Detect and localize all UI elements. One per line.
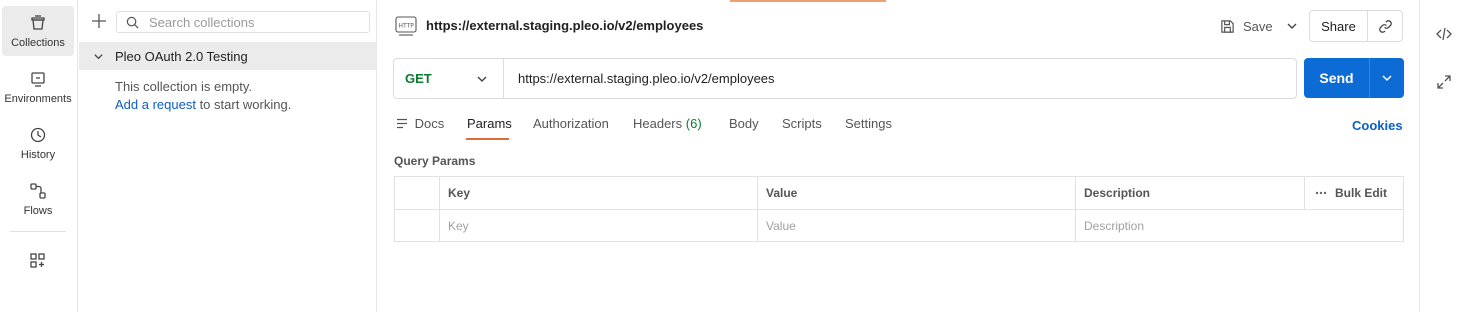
tab-authorization[interactable]: Authorization	[533, 116, 609, 131]
rail-item-environments[interactable]: Environments	[2, 62, 74, 112]
url-input[interactable]	[518, 59, 1288, 98]
header-label: Value	[766, 186, 798, 200]
sidebar-toolbar	[79, 0, 377, 44]
search-icon	[126, 16, 139, 29]
link-icon	[1378, 19, 1392, 33]
table-row	[395, 210, 1403, 243]
bulk-edit-button[interactable]: Bulk Edit	[1305, 177, 1403, 209]
rail-item-flows[interactable]: Flows	[2, 174, 74, 224]
rail-divider	[10, 231, 66, 232]
collections-icon	[31, 15, 45, 30]
rail-item-label: Flows	[23, 205, 53, 217]
description-column-header: Description	[1076, 177, 1305, 209]
share-group: Share	[1309, 10, 1403, 42]
header-label: Description	[1084, 186, 1151, 200]
method-select[interactable]: GET	[394, 59, 504, 98]
code-icon[interactable]	[1435, 25, 1453, 43]
value-input[interactable]	[766, 219, 1046, 233]
tab-label: Headers	[633, 116, 683, 131]
header-label: Key	[448, 186, 471, 200]
http-request-icon: HTTP	[395, 16, 417, 36]
more-horizontal-icon	[1315, 191, 1327, 195]
share-button[interactable]: Share	[1310, 11, 1368, 41]
save-label: Save	[1243, 18, 1273, 34]
chevron-down-icon	[477, 76, 487, 82]
save-options-button[interactable]	[1280, 12, 1304, 40]
method-label: GET	[405, 71, 432, 86]
tab-settings[interactable]: Settings	[845, 116, 892, 131]
rail-item-label: History	[20, 149, 56, 161]
search-box	[116, 11, 370, 33]
history-icon	[30, 127, 46, 143]
tab-docs[interactable]: Docs	[396, 116, 444, 131]
params-table: Key Value Description Bulk Edit	[394, 176, 1404, 242]
send-options-button[interactable]	[1370, 58, 1404, 98]
description-cell	[1076, 210, 1403, 242]
tab-scripts[interactable]: Scripts	[782, 116, 822, 131]
tab-headers[interactable]: Headers (6)	[633, 116, 702, 131]
chevron-down-icon[interactable]	[93, 51, 104, 62]
checkbox-column-header	[395, 177, 440, 209]
tab-label: Docs	[414, 116, 445, 131]
row-checkbox-cell	[395, 210, 440, 242]
rail-item-history[interactable]: History	[2, 118, 74, 168]
add-request-suffix: to start working.	[195, 97, 292, 112]
copy-link-button[interactable]	[1368, 11, 1402, 41]
send-group: Send	[1304, 58, 1404, 98]
expand-icon[interactable]	[1435, 73, 1453, 91]
empty-collection-hint: Add a request to start working.	[115, 97, 291, 112]
right-rail	[1419, 0, 1465, 312]
add-request-link[interactable]: Add a request	[115, 97, 196, 112]
key-column-header: Key	[440, 177, 758, 209]
rail-item-collections[interactable]: Collections	[2, 6, 74, 56]
tab-body[interactable]: Body	[729, 116, 759, 131]
flows-icon	[30, 183, 46, 199]
cookies-link[interactable]: Cookies	[1352, 118, 1403, 133]
svg-text:HTTP: HTTP	[399, 23, 415, 30]
collections-sidebar: Pleo OAuth 2.0 Testing This collection i…	[79, 0, 377, 312]
key-input[interactable]	[448, 219, 728, 233]
key-cell	[440, 210, 758, 242]
request-title[interactable]: https://external.staging.pleo.io/v2/empl…	[426, 18, 703, 33]
rail-item-label: Environments	[4, 93, 72, 105]
table-header-row: Key Value Description Bulk Edit	[395, 177, 1403, 210]
headers-count: (6)	[685, 116, 702, 131]
tab-params[interactable]: Params	[467, 116, 512, 131]
left-nav-rail: Collections Environments History Flows	[0, 0, 78, 312]
collection-row[interactable]: Pleo OAuth 2.0 Testing	[79, 42, 377, 70]
apps-grid-icon[interactable]	[28, 251, 48, 271]
description-input[interactable]	[1084, 219, 1364, 233]
collection-name: Pleo OAuth 2.0 Testing	[115, 48, 248, 64]
empty-collection-text: This collection is empty.	[115, 79, 253, 94]
query-params-title: Query Params	[394, 154, 476, 168]
save-icon	[1221, 19, 1234, 33]
request-panel: HTTP https://external.staging.pleo.io/v2…	[378, 0, 1419, 312]
environments-icon	[31, 72, 45, 87]
search-input[interactable]	[149, 12, 364, 32]
value-column-header: Value	[758, 177, 1076, 209]
chevron-down-icon	[1287, 23, 1297, 29]
url-bar: GET	[393, 58, 1297, 99]
save-button[interactable]: Save	[1214, 12, 1280, 40]
docs-icon	[397, 118, 407, 129]
value-cell	[758, 210, 1076, 242]
plus-icon[interactable]	[89, 11, 109, 31]
active-tab-indicator	[730, 0, 886, 2]
rail-item-label: Collections	[11, 37, 65, 49]
chevron-down-icon	[1382, 75, 1392, 82]
active-tab-underline	[466, 138, 509, 140]
send-button[interactable]: Send	[1304, 58, 1370, 98]
bulk-edit-label: Bulk Edit	[1335, 186, 1388, 200]
